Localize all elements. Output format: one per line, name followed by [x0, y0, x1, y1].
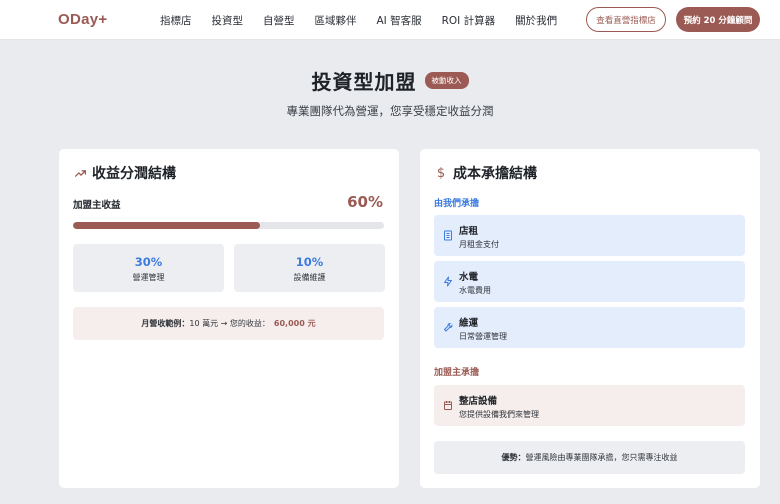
cost-item-desc: 日常營運管理	[459, 332, 507, 341]
owner-share-label: 加盟主收益	[73, 200, 121, 211]
cost-item-utilities: 水電 水電費用	[434, 261, 745, 302]
logo[interactable]: ODay+	[58, 11, 107, 28]
nav-link-investment[interactable]: 投資型	[212, 13, 244, 28]
cost-card-header: $ 成本承擔結構	[434, 163, 537, 183]
cost-item-title: 整店設備	[459, 396, 498, 407]
cost-structure-card: $ 成本承擔結構 由我們承擔 店租 月租金支付 水電 水電費用 維運 日常營運管…	[420, 149, 760, 488]
passive-income-badge: 被動收入	[424, 72, 469, 89]
cost-item-desc: 您提供設備我們來管理	[459, 410, 539, 419]
example-amount: 60,000 元	[273, 319, 316, 328]
cost-card-title: 成本承擔結構	[453, 166, 537, 182]
cost-item-equipment: 整店設備 您提供設備我們來管理	[434, 385, 745, 426]
cost-item-desc: 月租金支付	[459, 240, 499, 249]
cost-item-title: 店租	[459, 226, 479, 237]
example-prefix: 月營收範例：	[141, 319, 190, 328]
nav-link-self-operated[interactable]: 自營型	[263, 13, 295, 28]
hero: 投資型加盟 被動收入	[0, 66, 780, 95]
nav-link-about[interactable]: 關於我們	[515, 13, 557, 28]
owner-bears-label: 加盟主承擔	[434, 368, 480, 378]
owner-share-percent: 60%	[347, 193, 383, 211]
owner-share-bar-fill	[73, 222, 260, 229]
we-bear-label: 由我們承擔	[434, 199, 480, 209]
cost-item-desc: 水電費用	[459, 286, 491, 295]
page-subtitle: 專業團隊代為營運，您享受穩定收益分潤	[286, 104, 494, 118]
top-nav: ODay+ 指標店 投資型 自營型 區域夥伴 AI 智客服 ROI 計算器 關於…	[0, 0, 780, 40]
ops-share-box: 30% 營運管理	[73, 244, 224, 292]
dollar-icon: $	[436, 165, 446, 181]
advantage-text: 營運風險由專業團隊承擔，您只需專注收益	[525, 453, 678, 462]
view-flagship-button[interactable]: 查看直營指標店	[586, 7, 666, 32]
maintenance-share-label: 設備維護	[293, 273, 326, 282]
maintenance-share-percent: 10%	[295, 255, 324, 269]
revenue-card-header: 收益分潤結構	[73, 163, 176, 183]
page-title: 投資型加盟	[311, 70, 417, 94]
advantage-note: 優勢： 營運風險由專業團隊承擔，您只需專注收益	[434, 441, 745, 474]
nav-link-roi-calculator[interactable]: ROI 計算器	[442, 13, 496, 28]
cost-item-operations: 維運 日常營運管理	[434, 307, 745, 348]
book-consult-button[interactable]: 預約 20 分鐘顧問	[676, 7, 760, 32]
building-icon	[442, 229, 454, 241]
example-text: 10 萬元 → 您的收益：	[189, 319, 270, 328]
revenue-share-card: 收益分潤結構 加盟主收益 60% 30% 營運管理 10% 設備維護 月營收範例…	[59, 149, 399, 488]
ops-share-label: 營運管理	[132, 273, 165, 282]
cost-item-title: 維運	[459, 318, 479, 329]
ops-share-percent: 30%	[134, 255, 163, 269]
trending-up-icon	[73, 166, 87, 180]
cost-item-rent: 店租 月租金支付	[434, 215, 745, 256]
zap-icon	[442, 275, 454, 287]
nav-link-flagship[interactable]: 指標店	[160, 13, 192, 28]
owner-share-bar	[73, 222, 384, 229]
calendar-icon	[442, 399, 454, 411]
nav-link-regional-partner[interactable]: 區域夥伴	[315, 13, 357, 28]
cost-item-title: 水電	[459, 272, 479, 283]
maintenance-share-box: 10% 設備維護	[234, 244, 385, 292]
revenue-card-title: 收益分潤結構	[92, 166, 176, 182]
revenue-example: 月營收範例： 10 萬元 → 您的收益： 60,000 元	[73, 307, 384, 340]
nav-link-ai-service[interactable]: AI 智客服	[377, 13, 422, 28]
advantage-prefix: 優勢：	[501, 453, 526, 462]
wrench-icon	[442, 321, 454, 333]
nav-links: 指標店 投資型 自營型 區域夥伴 AI 智客服 ROI 計算器 關於我們	[160, 13, 577, 28]
